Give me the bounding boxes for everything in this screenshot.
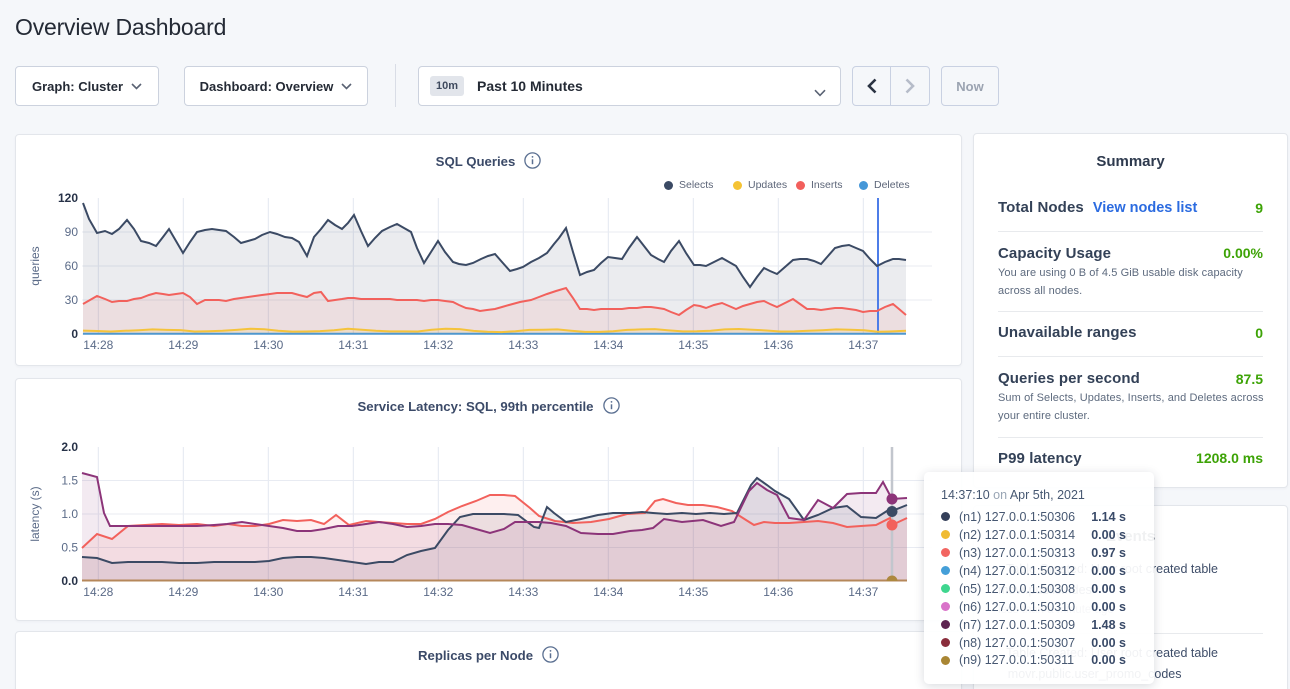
svg-text:14:32: 14:32 [423, 338, 453, 352]
svg-text:14:36: 14:36 [763, 338, 793, 352]
svg-text:14:34: 14:34 [593, 338, 623, 352]
svg-text:14:34: 14:34 [593, 585, 623, 599]
svg-text:30: 30 [65, 293, 79, 307]
svg-text:14:33: 14:33 [508, 338, 538, 352]
svg-text:14:30: 14:30 [253, 338, 283, 352]
svg-text:14:31: 14:31 [338, 585, 368, 599]
svg-text:14:28: 14:28 [83, 338, 113, 352]
svg-text:14:33: 14:33 [508, 585, 538, 599]
svg-text:14:28: 14:28 [83, 585, 113, 599]
svg-text:1.0: 1.0 [61, 507, 78, 521]
svg-text:90: 90 [65, 225, 79, 239]
svg-text:14:35: 14:35 [678, 338, 708, 352]
svg-text:1.5: 1.5 [61, 474, 78, 488]
svg-text:14:35: 14:35 [678, 585, 708, 599]
svg-text:14:36: 14:36 [763, 585, 793, 599]
svg-text:14:29: 14:29 [168, 585, 198, 599]
svg-text:2.0: 2.0 [61, 440, 78, 454]
svg-text:queries: queries [28, 246, 42, 285]
svg-text:0.0: 0.0 [61, 574, 78, 588]
svg-text:0: 0 [71, 327, 78, 341]
svg-text:14:32: 14:32 [423, 585, 453, 599]
svg-text:latency (s): latency (s) [28, 486, 42, 541]
svg-text:14:30: 14:30 [253, 585, 283, 599]
svg-text:120: 120 [58, 191, 78, 205]
svg-text:0.5: 0.5 [61, 541, 78, 555]
svg-text:14:37: 14:37 [848, 338, 878, 352]
svg-text:60: 60 [65, 259, 79, 273]
svg-text:14:31: 14:31 [338, 338, 368, 352]
svg-text:14:29: 14:29 [168, 338, 198, 352]
svg-text:14:37: 14:37 [848, 585, 878, 599]
